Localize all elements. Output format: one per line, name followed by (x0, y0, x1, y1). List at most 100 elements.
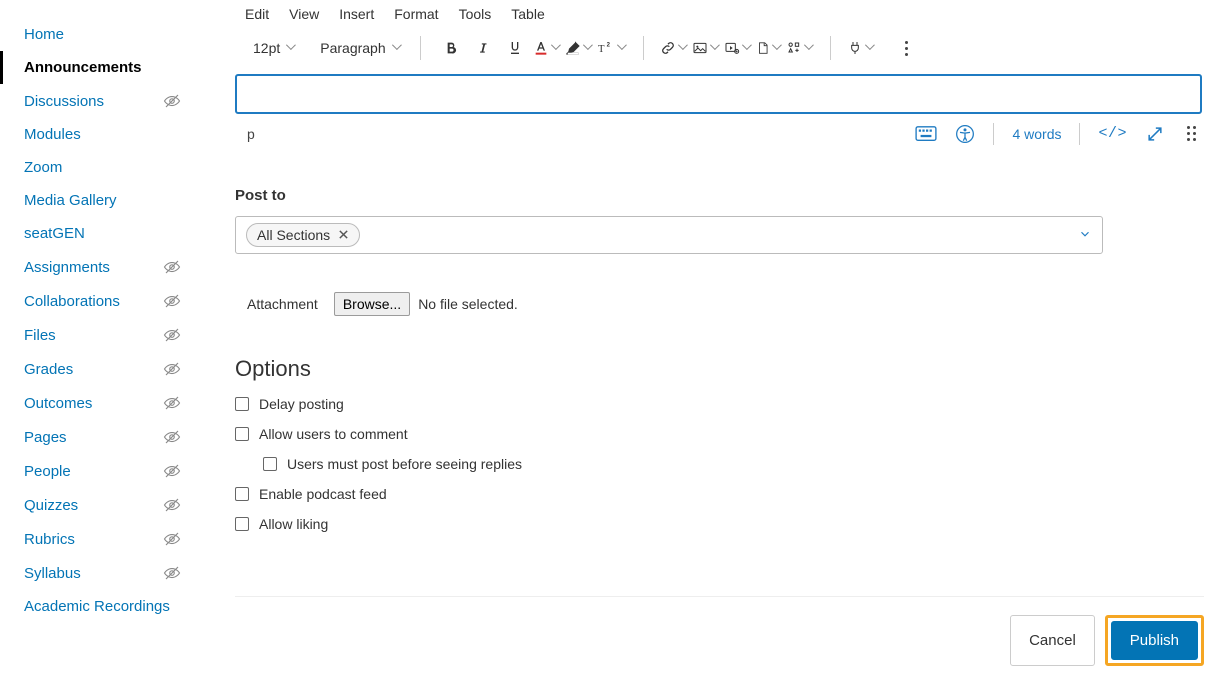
nav-item-discussions[interactable]: Discussions (0, 84, 195, 118)
bold-button[interactable] (435, 32, 467, 64)
editor-element-path: p (247, 126, 255, 142)
options-heading: Options (235, 356, 1202, 382)
toolbar-separator (420, 36, 421, 60)
option-label: Enable podcast feed (259, 486, 387, 502)
menu-edit[interactable]: Edit (245, 6, 269, 22)
image-button[interactable] (690, 40, 722, 56)
section-chip-label: All Sections (257, 227, 330, 243)
option-row: Delay posting (235, 396, 1202, 412)
chevron-down-icon (742, 43, 752, 53)
chevron-down-icon (804, 43, 814, 53)
chevron-down-icon (583, 43, 593, 53)
hidden-eye-icon (163, 428, 181, 446)
toolbar-separator (643, 36, 644, 60)
nav-item-announcements[interactable]: Announcements (0, 51, 195, 84)
plugin-button[interactable] (845, 40, 877, 56)
hidden-eye-icon (163, 92, 181, 110)
option-row: Allow liking (235, 516, 1202, 532)
post-to-label: Post to (235, 187, 1202, 204)
menu-view[interactable]: View (289, 6, 319, 22)
publish-highlight: Publish (1105, 615, 1204, 666)
nav-item-academic-recordings[interactable]: Academic Recordings (0, 590, 195, 623)
nav-item-pages[interactable]: Pages (0, 420, 195, 454)
link-button[interactable] (658, 40, 690, 56)
nav-item-label: Quizzes (24, 497, 78, 514)
font-size-dropdown[interactable]: 12pt (249, 40, 300, 56)
block-format-dropdown[interactable]: Paragraph (316, 40, 405, 56)
option-row: Enable podcast feed (235, 486, 1202, 502)
checkbox[interactable] (235, 427, 249, 441)
nav-item-rubrics[interactable]: Rubrics (0, 522, 195, 556)
nav-item-label: Modules (24, 126, 81, 143)
nav-item-syllabus[interactable]: Syllabus (0, 556, 195, 590)
nav-item-quizzes[interactable]: Quizzes (0, 488, 195, 522)
superscript-button[interactable]: T2 (595, 40, 629, 56)
section-chip: All Sections (246, 223, 360, 247)
nav-item-collaborations[interactable]: Collaborations (0, 284, 195, 318)
editor-content-area[interactable] (235, 74, 1202, 114)
text-color-button[interactable] (531, 39, 563, 57)
nav-item-zoom[interactable]: Zoom (0, 151, 195, 184)
menu-format[interactable]: Format (394, 6, 438, 22)
chevron-down-icon (286, 43, 296, 53)
hidden-eye-icon (163, 258, 181, 276)
media-button[interactable] (722, 40, 754, 56)
chevron-down-icon (617, 43, 627, 53)
main-content: Edit View Insert Format Tools Table 12pt Para… (195, 0, 1226, 674)
italic-button[interactable] (467, 32, 499, 64)
hidden-eye-icon (163, 360, 181, 378)
hidden-eye-icon (163, 530, 181, 548)
nav-item-modules[interactable]: Modules (0, 118, 195, 151)
nav-item-grades[interactable]: Grades (0, 352, 195, 386)
browse-button[interactable]: Browse... (334, 292, 410, 316)
more-toolbar-icon[interactable] (901, 37, 912, 60)
chevron-down-icon (1078, 227, 1092, 244)
nav-item-label: Discussions (24, 93, 104, 110)
checkbox[interactable] (235, 487, 249, 501)
editor-status-bar: p 4 words </> (235, 114, 1202, 157)
hidden-eye-icon (163, 564, 181, 582)
menu-table[interactable]: Table (511, 6, 544, 22)
fullscreen-icon[interactable] (1145, 124, 1165, 144)
menu-tools[interactable]: Tools (459, 6, 492, 22)
word-count[interactable]: 4 words (1012, 126, 1061, 142)
file-status: No file selected. (418, 296, 518, 312)
nav-item-label: Files (24, 327, 56, 344)
nav-item-files[interactable]: Files (0, 318, 195, 352)
nav-item-people[interactable]: People (0, 454, 195, 488)
nav-item-label: Announcements (24, 59, 142, 76)
cancel-button[interactable]: Cancel (1010, 615, 1095, 666)
chip-remove-icon[interactable] (338, 227, 349, 243)
nav-item-seatgen[interactable]: seatGEN (0, 217, 195, 250)
chevron-down-icon (551, 43, 561, 53)
accessibility-checker-icon[interactable] (955, 124, 975, 144)
post-to-selector[interactable]: All Sections (235, 216, 1103, 254)
keyboard-shortcuts-icon[interactable] (915, 125, 937, 143)
apps-button[interactable] (784, 40, 816, 56)
nav-item-assignments[interactable]: Assignments (0, 250, 195, 284)
chevron-down-icon (678, 43, 688, 53)
checkbox[interactable] (235, 517, 249, 531)
more-status-icon[interactable] (1183, 122, 1200, 145)
form-footer: Cancel Publish (235, 596, 1204, 666)
chevron-down-icon (772, 43, 782, 53)
font-size-value: 12pt (253, 40, 280, 56)
publish-button[interactable]: Publish (1111, 621, 1198, 660)
nav-item-label: Syllabus (24, 565, 81, 582)
nav-item-outcomes[interactable]: Outcomes (0, 386, 195, 420)
menu-insert[interactable]: Insert (339, 6, 374, 22)
checkbox[interactable] (235, 397, 249, 411)
nav-item-media-gallery[interactable]: Media Gallery (0, 184, 195, 217)
html-editor-toggle[interactable]: </> (1098, 125, 1127, 142)
option-label: Allow liking (259, 516, 328, 532)
underline-button[interactable] (499, 32, 531, 64)
nav-item-home[interactable]: Home (0, 18, 195, 51)
checkbox[interactable] (263, 457, 277, 471)
highlight-color-button[interactable] (563, 39, 595, 57)
option-row: Users must post before seeing replies (263, 456, 1202, 472)
attachment-row: Attachment Browse... No file selected. (247, 292, 1202, 316)
document-button[interactable] (754, 40, 784, 56)
hidden-eye-icon (163, 394, 181, 412)
status-separator (993, 123, 994, 145)
attachment-label: Attachment (247, 296, 318, 312)
